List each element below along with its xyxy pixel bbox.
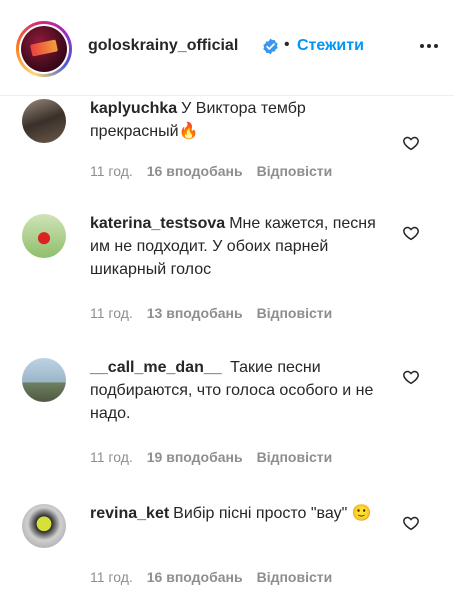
comment-body: __call_me_dan__ Такие песни подбираются,… xyxy=(90,356,390,425)
follow-button[interactable]: Стежити xyxy=(297,37,364,55)
comment-body: revina_ket Вибір пісні просто "вау" 🙂 xyxy=(90,502,390,525)
comment-username[interactable]: kaplyuchka xyxy=(90,100,177,117)
verified-badge-icon xyxy=(263,38,278,55)
like-heart-icon[interactable] xyxy=(402,368,420,386)
comment-meta: 11 год. 16 вподобань Відповісти xyxy=(90,569,346,585)
like-heart-icon[interactable] xyxy=(402,514,420,532)
commenter-avatar[interactable] xyxy=(22,99,66,143)
comment-body: katerina_testsova Мне кажется, песня им н… xyxy=(90,212,390,281)
comment-likes[interactable]: 13 вподобань xyxy=(147,305,243,321)
smile-emoji-icon: 🙂 xyxy=(351,505,372,522)
comment-time[interactable]: 11 год. xyxy=(90,449,133,465)
header-separator: • xyxy=(284,36,290,53)
comment-likes[interactable]: 16 вподобань xyxy=(147,163,243,179)
post-header: goloskrainy_official • Стежити xyxy=(0,0,454,96)
comment-body: kaplyuchka У Виктора тембр прекрасный🔥 xyxy=(90,97,390,143)
comment-time[interactable]: 11 год. xyxy=(90,305,133,321)
comment-meta: 11 год. 19 вподобань Відповісти xyxy=(90,449,346,465)
like-heart-icon[interactable] xyxy=(402,224,420,242)
comment-text: Вибір пісні просто "вау" xyxy=(173,505,348,522)
comment-username[interactable]: katerina_testsova xyxy=(90,215,225,232)
more-options-icon[interactable] xyxy=(420,44,438,50)
profile-avatar-story-ring[interactable] xyxy=(16,21,72,77)
reply-button[interactable]: Відповісти xyxy=(257,449,333,465)
reply-button[interactable]: Відповісти xyxy=(257,569,333,585)
reply-button[interactable]: Відповісти xyxy=(257,163,333,179)
comment-likes[interactable]: 16 вподобань xyxy=(147,569,243,585)
profile-avatar[interactable] xyxy=(21,26,67,72)
comment-meta: 11 год. 13 вподобань Відповісти xyxy=(90,305,346,321)
comment-time[interactable]: 11 год. xyxy=(90,163,133,179)
comment-time[interactable]: 11 год. xyxy=(90,569,133,585)
fire-emoji-icon: 🔥 xyxy=(178,123,199,140)
reply-button[interactable]: Відповісти xyxy=(257,305,333,321)
like-heart-icon[interactable] xyxy=(402,134,420,152)
header-username[interactable]: goloskrainy_official xyxy=(88,37,238,55)
commenter-avatar[interactable] xyxy=(22,504,66,548)
commenter-avatar[interactable] xyxy=(22,214,66,258)
comment-meta: 11 год. 16 вподобань Відповісти xyxy=(90,163,346,179)
comment-likes[interactable]: 19 вподобань xyxy=(147,449,243,465)
commenter-avatar[interactable] xyxy=(22,358,66,402)
comment-username[interactable]: revina_ket xyxy=(90,505,169,522)
comment-username[interactable]: __call_me_dan__ xyxy=(90,359,222,376)
